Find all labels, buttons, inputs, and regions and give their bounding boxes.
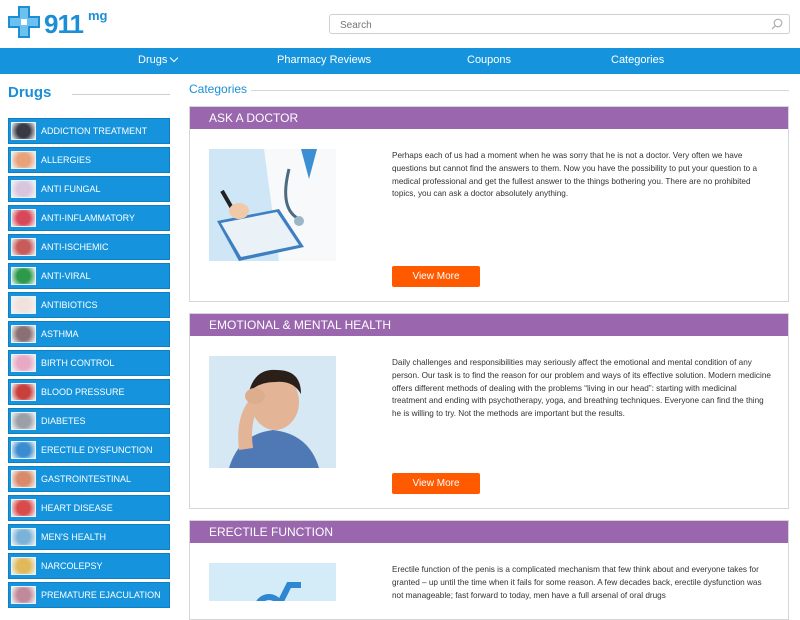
view-more-button[interactable]: View More	[392, 266, 480, 287]
card-heading[interactable]: EMOTIONAL & MENTAL HEALTH	[190, 314, 788, 336]
category-thumbnail	[11, 238, 36, 256]
nav-item-coupons[interactable]: Coupons	[467, 54, 511, 66]
sidebar-item-label: MEN'S HEALTH	[41, 532, 107, 542]
category-thumbnail	[11, 383, 36, 401]
title-divider	[251, 90, 789, 91]
sidebar-item-label: ANTI FUNGAL	[41, 184, 101, 194]
sidebar-item-label: ANTIBIOTICS	[41, 300, 98, 310]
logo-text: 911	[44, 9, 84, 39]
sidebar-item-anti-viral[interactable]: ANTI-VIRAL	[8, 263, 170, 289]
sidebar-item-premature-ejaculation[interactable]: PREMATURE EJACULATION	[8, 582, 170, 608]
search-input[interactable]	[330, 16, 750, 35]
sidebar-item-antibiotics[interactable]: ANTIBIOTICS	[8, 292, 170, 318]
sidebar-list: ADDICTION TREATMENT ALLERGIES ANTI FUNGA…	[8, 118, 170, 608]
site-logo[interactable]: 911 mg	[8, 6, 108, 40]
sidebar-item-label: HEART DISEASE	[41, 503, 113, 513]
sidebar-item-addiction-treatment[interactable]: ADDICTION TREATMENT	[8, 118, 170, 144]
category-card-emotional-mental-health: EMOTIONAL & MENTAL HEALTH Daily challeng…	[189, 313, 789, 509]
drugs-sidebar: Drugs ADDICTION TREATMENT ALLERGIES ANTI…	[8, 84, 170, 611]
sidebar-item-label: ADDICTION TREATMENT	[41, 126, 148, 136]
nav-item-categories[interactable]: Categories	[611, 54, 664, 66]
sidebar-item-label: GASTROINTESTINAL	[41, 474, 132, 484]
doctor-image[interactable]	[209, 149, 336, 261]
category-thumbnail	[11, 441, 36, 459]
search-box	[329, 14, 790, 35]
category-thumbnail	[11, 151, 36, 169]
sidebar-item-label: PREMATURE EJACULATION	[41, 590, 161, 600]
sidebar-item-label: NARCOLEPSY	[41, 561, 103, 571]
category-thumbnail	[11, 412, 36, 430]
category-thumbnail	[11, 209, 36, 227]
category-thumbnail	[11, 267, 36, 285]
sidebar-item-label: ERECTILE DYSFUNCTION	[41, 445, 153, 455]
sidebar-item-label: ANTI-VIRAL	[41, 271, 91, 281]
category-thumbnail	[11, 470, 36, 488]
category-thumbnail	[11, 296, 36, 314]
search-icon[interactable]	[771, 18, 783, 30]
sidebar-item-gastrointestinal[interactable]: GASTROINTESTINAL	[8, 466, 170, 492]
nav-item-label: Drugs	[138, 54, 168, 66]
sidebar-item-heart-disease[interactable]: HEART DISEASE	[8, 495, 170, 521]
nav-item-drugs[interactable]: Drugs	[138, 53, 179, 66]
category-thumbnail	[11, 180, 36, 198]
card-description: Perhaps each of us had a moment when he …	[392, 151, 758, 199]
card-description: Erectile function of the penis is a comp…	[392, 565, 762, 600]
category-thumbnail	[11, 528, 36, 546]
nav-item-pharmacy-reviews[interactable]: Pharmacy Reviews	[277, 54, 371, 66]
sidebar-item-label: DIABETES	[41, 416, 86, 426]
stressed-man-image[interactable]	[209, 356, 336, 468]
category-thumbnail	[11, 325, 36, 343]
sidebar-item-blood-pressure[interactable]: BLOOD PRESSURE	[8, 379, 170, 405]
chevron-down-icon	[170, 53, 179, 63]
sidebar-divider	[72, 94, 170, 95]
category-thumbnail	[11, 122, 36, 140]
category-thumbnail	[11, 499, 36, 517]
sidebar-item-allergies[interactable]: ALLERGIES	[8, 147, 170, 173]
card-heading[interactable]: ERECTILE FUNCTION	[190, 521, 788, 543]
sidebar-item-asthma[interactable]: ASTHMA	[8, 321, 170, 347]
sidebar-item-anti-ischemic[interactable]: ANTI-ISCHEMIC	[8, 234, 170, 260]
card-description: Daily challenges and responsibilities ma…	[392, 358, 771, 419]
category-card-erectile-function: ERECTILE FUNCTION Erectile function of t…	[189, 520, 789, 620]
main-content: Categories ASK A DOCTOR Perhaps each of …	[189, 82, 789, 620]
sidebar-item-label: ANTI-INFLAMMATORY	[41, 213, 136, 223]
sidebar-item-narcolepsy[interactable]: NARCOLEPSY	[8, 553, 170, 579]
sidebar-item-label: BLOOD PRESSURE	[41, 387, 125, 397]
sidebar-item-erectile-dysfunction[interactable]: ERECTILE DYSFUNCTION	[8, 437, 170, 463]
sidebar-item-anti-fungal[interactable]: ANTI FUNGAL	[8, 176, 170, 202]
male-symbol-image[interactable]	[209, 563, 336, 601]
medical-cross-icon	[8, 6, 40, 38]
sidebar-item-label: ASTHMA	[41, 329, 79, 339]
sidebar-item-diabetes[interactable]: DIABETES	[8, 408, 170, 434]
category-card-ask-a-doctor: ASK A DOCTOR Perhaps each of us had a mo…	[189, 106, 789, 302]
sidebar-item-label: BIRTH CONTROL	[41, 358, 115, 368]
view-more-button[interactable]: View More	[392, 473, 480, 494]
category-thumbnail	[11, 557, 36, 575]
logo-superscript: mg	[88, 8, 108, 23]
category-thumbnail	[11, 586, 36, 604]
sidebar-item-anti-inflammatory[interactable]: ANTI-INFLAMMATORY	[8, 205, 170, 231]
category-thumbnail	[11, 354, 36, 372]
sidebar-item-birth-control[interactable]: BIRTH CONTROL	[8, 350, 170, 376]
sidebar-title: Drugs	[8, 84, 52, 101]
main-nav: Drugs Pharmacy Reviews Coupons Categorie…	[0, 48, 800, 74]
sidebar-item-label: ANTI-ISCHEMIC	[41, 242, 109, 252]
site-header: 911 mg	[0, 0, 800, 48]
card-heading[interactable]: ASK A DOCTOR	[190, 107, 788, 129]
sidebar-item-mens-health[interactable]: MEN'S HEALTH	[8, 524, 170, 550]
sidebar-item-label: ALLERGIES	[41, 155, 92, 165]
